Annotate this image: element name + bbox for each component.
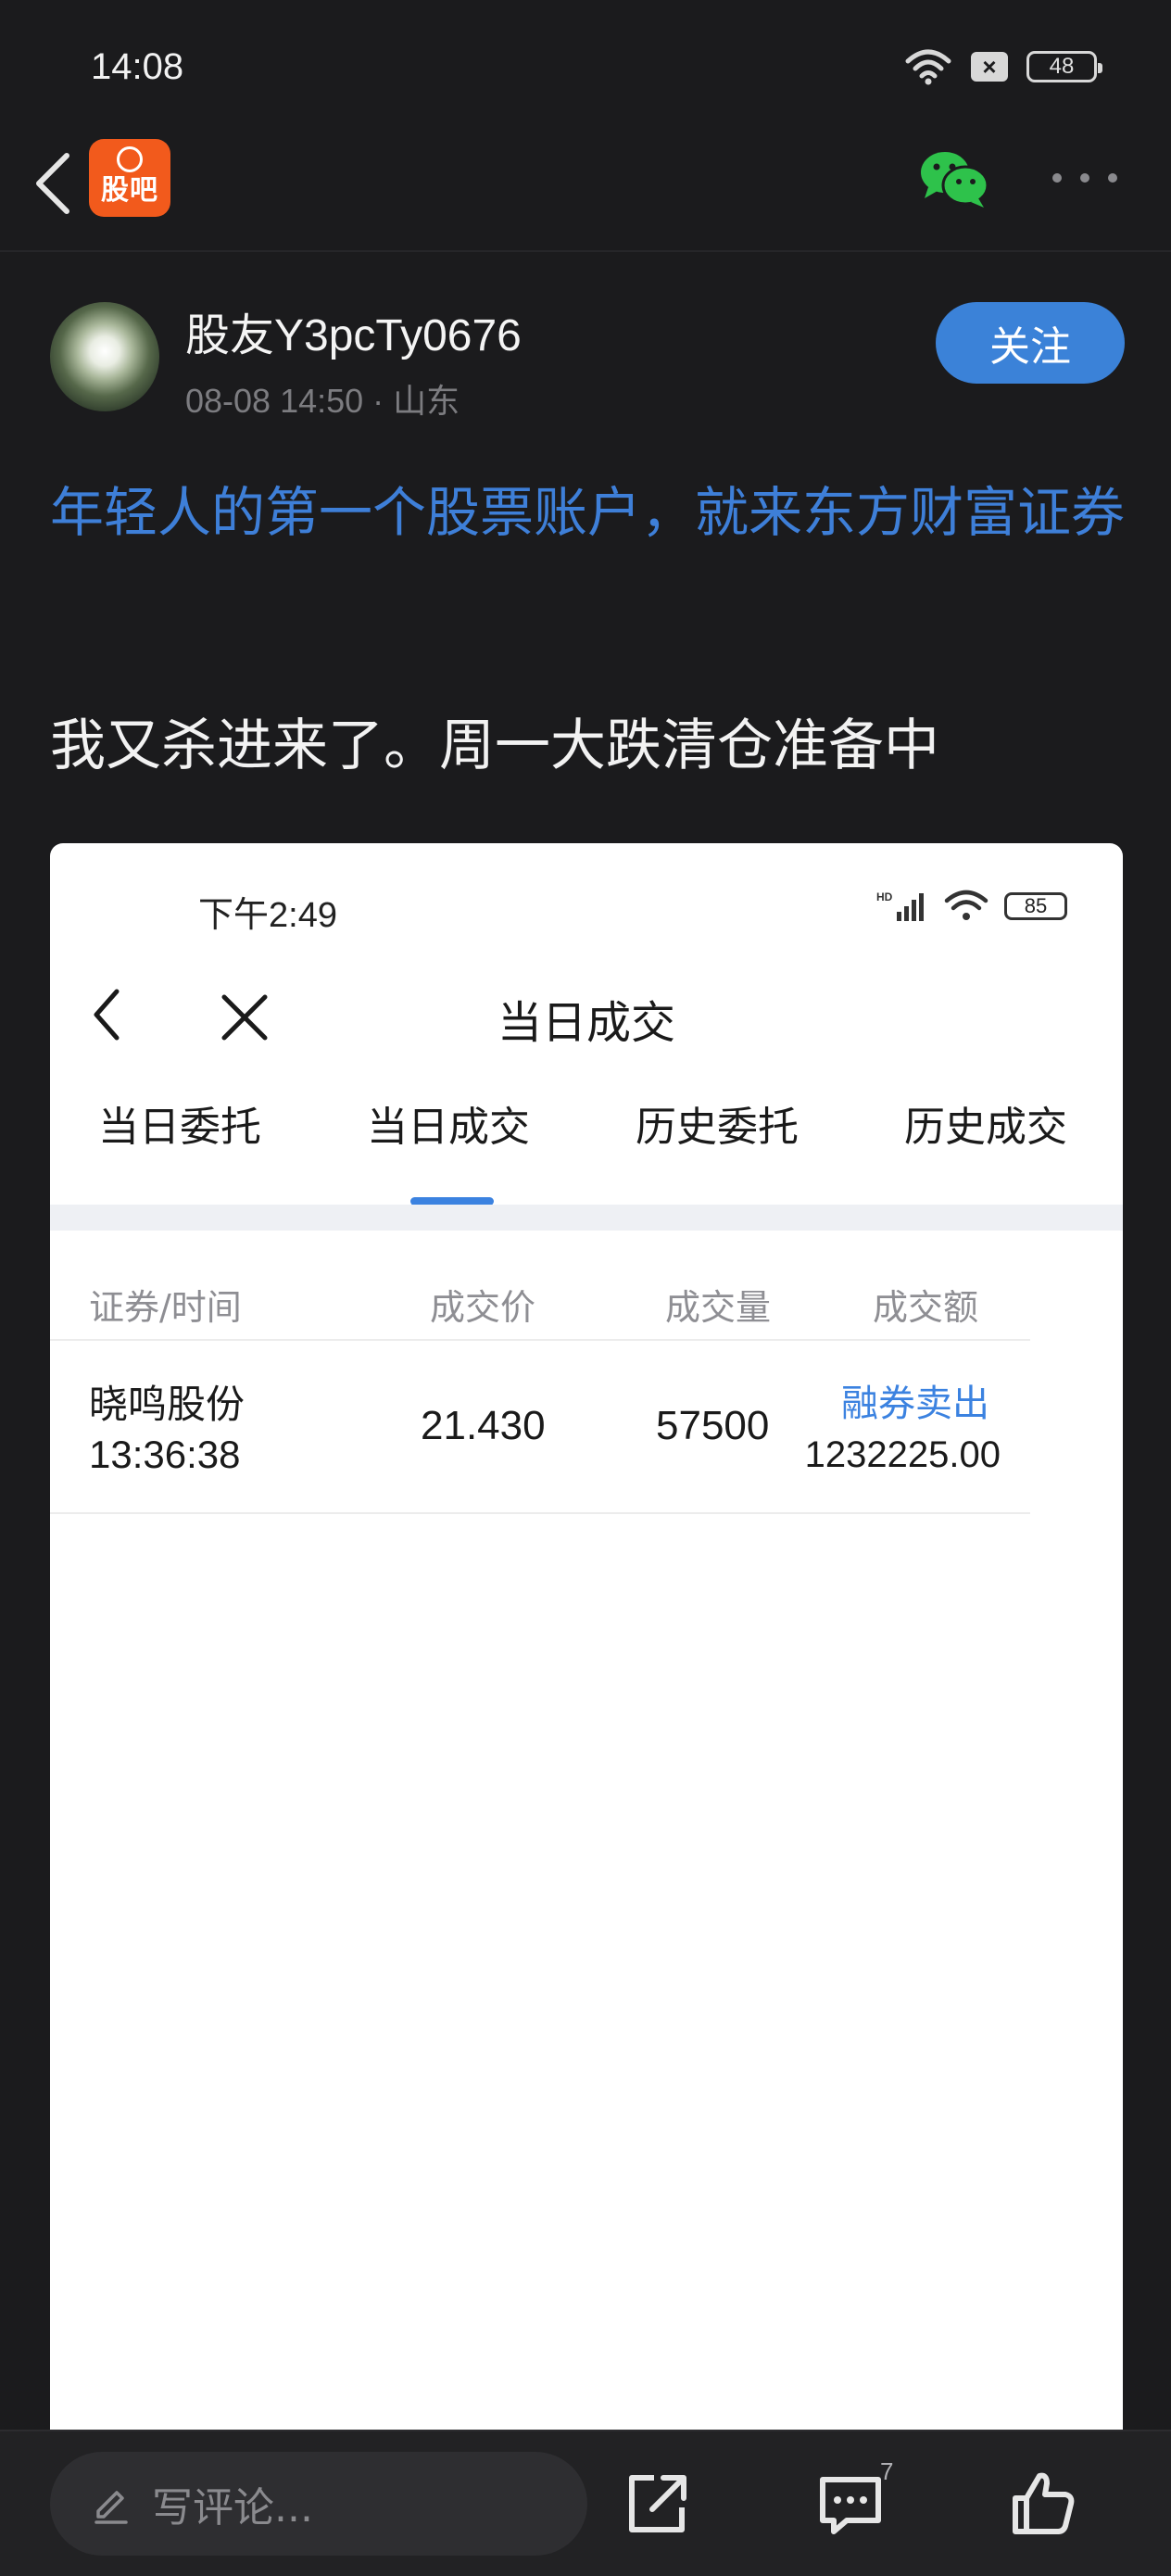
tab-daily-trades: 当日成交 — [367, 1104, 530, 1151]
guba-logo[interactable]: 股吧 — [89, 139, 170, 217]
tab-daily-orders: 当日委托 — [98, 1104, 261, 1151]
post-image[interactable]: 下午2:49 HD 85 当日成交 当日委托 当日成交 历史委托 历史成交 证券… — [50, 843, 1123, 2576]
comment-icon[interactable] — [815, 2469, 886, 2539]
svg-text:HD: HD — [876, 890, 893, 903]
image-status-icons: HD 85 — [876, 890, 1067, 923]
image-page-title: 当日成交 — [497, 997, 675, 1049]
logo-text: 股吧 — [101, 174, 158, 207]
status-time: 14:08 — [91, 46, 184, 87]
share-icon[interactable] — [621, 2469, 691, 2539]
author-name[interactable]: 股友Y3pcTy0676 — [185, 298, 522, 363]
comment-count: 7 — [880, 2457, 894, 2485]
more-icon[interactable] — [1052, 167, 1117, 189]
section-divider — [50, 1205, 1123, 1231]
post-body: 我又杀进来了。周一大跌清仓准备中 — [50, 713, 939, 778]
status-icons: × 48 — [904, 48, 1102, 85]
post-meta: 08-08 14:50 · 山东 — [185, 382, 460, 420]
battery-indicator: 48 — [1026, 51, 1102, 82]
trade-type: 融券卖出 — [841, 1383, 989, 1424]
avatar[interactable] — [50, 302, 159, 411]
trade-amount: 1232225.00 — [804, 1434, 1001, 1475]
row-divider — [50, 1512, 1030, 1514]
back-icon[interactable] — [28, 146, 83, 221]
post-page: 14:08 × 48 股吧 股友Y3pcTy0676 08-08 14:50 ·… — [0, 0, 1171, 2576]
column-header-price: 成交价 — [430, 1287, 536, 1328]
column-header-security: 证券/时间 — [89, 1287, 242, 1328]
security-name: 晓鸣股份 — [89, 1383, 246, 1426]
comment-input[interactable]: 写评论... — [50, 2452, 587, 2556]
promo-link[interactable]: 年轻人的第一个股票账户，就来东方财富证券 — [50, 471, 1134, 554]
sim-icon: × — [971, 52, 1008, 82]
trade-time: 13:36:38 — [89, 1433, 241, 1476]
image-tabs: 当日委托 当日成交 历史委托 历史成交 — [50, 1093, 1123, 1177]
status-bar: 14:08 × 48 — [0, 0, 1171, 139]
tab-history-orders: 历史委托 — [636, 1104, 799, 1151]
tab-history-trades: 历史成交 — [904, 1104, 1067, 1151]
wifi-icon — [944, 890, 988, 920]
image-status-time: 下午2:49 — [198, 896, 337, 935]
follow-button[interactable]: 关注 — [936, 302, 1125, 384]
bottom-bar: 写评论... 7 — [0, 2430, 1171, 2576]
like-icon[interactable] — [1008, 2469, 1078, 2539]
image-battery: 85 — [1004, 892, 1067, 920]
trade-price: 21.430 — [421, 1403, 546, 1448]
logo-mark-icon — [117, 146, 143, 172]
header-divider — [50, 1339, 1030, 1341]
comment-placeholder: 写评论... — [152, 2484, 313, 2532]
column-header-amount: 成交额 — [873, 1287, 979, 1328]
wifi-icon — [905, 49, 951, 85]
top-navbar: 股吧 — [0, 139, 1171, 252]
pencil-icon — [94, 2491, 128, 2524]
trade-volume: 57500 — [656, 1403, 770, 1448]
wechat-icon[interactable] — [917, 146, 991, 211]
signal-icon: HD — [876, 890, 924, 921]
column-header-volume: 成交量 — [665, 1287, 772, 1328]
